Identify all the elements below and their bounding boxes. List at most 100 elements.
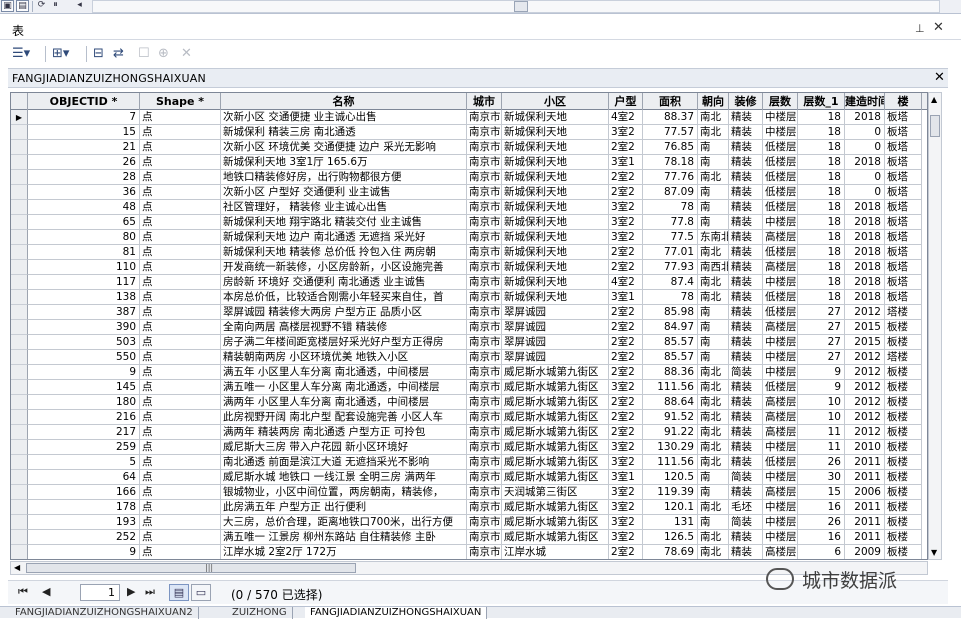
table-cell[interactable]: 新城保利天地 bbox=[502, 290, 609, 305]
row-selector[interactable] bbox=[11, 245, 28, 260]
table-cell[interactable]: 精装 bbox=[729, 545, 763, 559]
table-cell[interactable]: 次新小区 户型好 交通便利 业主诚售 bbox=[221, 185, 467, 200]
table-cell[interactable]: 精装 bbox=[729, 305, 763, 320]
table-cell[interactable]: 0 bbox=[845, 185, 885, 200]
table-cell[interactable]: 中楼层 bbox=[763, 275, 798, 290]
table-cell[interactable]: 77.5 bbox=[643, 230, 698, 245]
table-cell[interactable]: 252 bbox=[28, 530, 140, 545]
table-cell[interactable]: 6 bbox=[798, 545, 845, 559]
column-header-5[interactable]: 户型 bbox=[609, 93, 643, 110]
table-cell[interactable]: 新城保利 精装三房 南北通透 bbox=[221, 125, 467, 140]
scroll-down-icon[interactable]: ▼ bbox=[931, 548, 937, 557]
table-cell[interactable]: 550 bbox=[28, 350, 140, 365]
table-cell[interactable]: 88.37 bbox=[643, 110, 698, 125]
table-cell[interactable]: 新城保利天地 bbox=[502, 275, 609, 290]
table-cell[interactable]: 板楼 bbox=[885, 530, 922, 545]
table-cell[interactable]: 2011 bbox=[845, 530, 885, 545]
pause-icon[interactable]: ⏸ bbox=[49, 0, 62, 12]
table-cell[interactable]: 精装 bbox=[729, 410, 763, 425]
table-cell[interactable]: 精装 bbox=[729, 200, 763, 215]
table-cell[interactable]: 2012 bbox=[845, 380, 885, 395]
table-cell[interactable]: 南京市 bbox=[467, 350, 502, 365]
attribute-table-grid[interactable]: OBJECTID * Shape * 名称 城市 小区 户型 面积 朝向 装修 层数 层数_1 建造时… bbox=[10, 92, 928, 560]
table-cell[interactable]: 南西北 bbox=[698, 260, 729, 275]
table-cell[interactable]: 77.01 bbox=[643, 245, 698, 260]
table-cell[interactable]: 中楼层 bbox=[763, 365, 798, 380]
table-cell[interactable]: 低楼层 bbox=[763, 185, 798, 200]
table-cell[interactable]: 威尼斯水城第九街区 bbox=[502, 500, 609, 515]
table-cell[interactable]: 2018 bbox=[845, 155, 885, 170]
tab-table-3[interactable]: FANGJIADIANZUIZHONGSHAIXUAN bbox=[305, 607, 488, 619]
table-cell[interactable]: 点 bbox=[140, 110, 221, 125]
table-cell[interactable]: 新城保利天地 bbox=[502, 110, 609, 125]
table-cell[interactable]: 点 bbox=[140, 410, 221, 425]
table-cell[interactable]: 南 bbox=[698, 140, 729, 155]
table-cell[interactable]: 精装 bbox=[729, 425, 763, 440]
table-cell[interactable]: 3室2 bbox=[609, 215, 643, 230]
table-cell[interactable]: 48 bbox=[28, 200, 140, 215]
table-cell[interactable]: 新城保利天地 精装修 总价低 拎包入住 两房朝 bbox=[221, 245, 467, 260]
select-by-attributes-icon[interactable]: ⊟ bbox=[93, 45, 104, 63]
table-cell[interactable]: 威尼斯水城第九街区 bbox=[502, 470, 609, 485]
table-cell[interactable]: 精装 bbox=[729, 440, 763, 455]
column-header-4[interactable]: 小区 bbox=[502, 93, 609, 110]
table-cell[interactable]: 板塔 bbox=[885, 230, 922, 245]
table-cell[interactable]: 江岸水城 2室2厅 172万 bbox=[221, 545, 467, 559]
table-cell[interactable]: 2018 bbox=[845, 200, 885, 215]
table-cell[interactable]: 南京市 bbox=[467, 170, 502, 185]
table-cell[interactable]: 111.56 bbox=[643, 455, 698, 470]
table-cell[interactable]: 3室2 bbox=[609, 380, 643, 395]
table-cell[interactable]: 2006 bbox=[845, 485, 885, 500]
table-cell[interactable]: 0 bbox=[845, 125, 885, 140]
close-table-icon[interactable]: ✕ bbox=[934, 70, 945, 85]
table-cell[interactable]: 2018 bbox=[845, 230, 885, 245]
table-cell[interactable]: 点 bbox=[140, 485, 221, 500]
table-cell[interactable]: 7 bbox=[28, 110, 140, 125]
table-cell[interactable]: 2018 bbox=[845, 215, 885, 230]
column-header-1[interactable]: Shape * bbox=[140, 93, 221, 110]
table-cell[interactable]: 2室2 bbox=[609, 245, 643, 260]
row-selector[interactable] bbox=[11, 290, 28, 305]
vertical-scroll-thumb[interactable] bbox=[930, 115, 940, 137]
table-cell[interactable]: 5 bbox=[28, 455, 140, 470]
table-cell[interactable]: 126.5 bbox=[643, 530, 698, 545]
table-cell[interactable]: 精装朝南两房 小区环境优美 地铁入小区 bbox=[221, 350, 467, 365]
table-cell[interactable]: 78 bbox=[643, 290, 698, 305]
table-cell[interactable]: 本房总价低，比较适合刚需小年轻买来自住，首 bbox=[221, 290, 467, 305]
table-cell[interactable]: 503 bbox=[28, 335, 140, 350]
table-cell[interactable]: 3室2 bbox=[609, 485, 643, 500]
table-cell[interactable]: 点 bbox=[140, 290, 221, 305]
table-cell[interactable]: 新城保利天地 边户 南北通透 无遮挡 采光好 bbox=[221, 230, 467, 245]
table-cell[interactable]: 点 bbox=[140, 365, 221, 380]
table-cell[interactable]: 145 bbox=[28, 380, 140, 395]
table-cell[interactable]: 点 bbox=[140, 230, 221, 245]
table-cell[interactable]: 南 bbox=[698, 185, 729, 200]
table-cell[interactable]: 威尼斯水城第九街区 bbox=[502, 395, 609, 410]
table-cell[interactable]: 南 bbox=[698, 515, 729, 530]
table-cell[interactable]: 南京市 bbox=[467, 320, 502, 335]
table-options-icon[interactable]: ☰▾ bbox=[12, 45, 30, 63]
table-cell[interactable]: 4室2 bbox=[609, 110, 643, 125]
table-cell[interactable]: 南京市 bbox=[467, 125, 502, 140]
table-cell[interactable]: 中楼层 bbox=[763, 470, 798, 485]
table-cell[interactable]: 84.97 bbox=[643, 320, 698, 335]
table-cell[interactable]: 新城保利天地 bbox=[502, 200, 609, 215]
table-cell[interactable]: 2018 bbox=[845, 290, 885, 305]
table-cell[interactable]: 中楼层 bbox=[763, 515, 798, 530]
column-header-12[interactable]: 楼 bbox=[885, 93, 922, 110]
table-cell[interactable]: 点 bbox=[140, 380, 221, 395]
row-selector[interactable] bbox=[11, 425, 28, 440]
row-selector[interactable] bbox=[11, 485, 28, 500]
table-cell[interactable]: 板塔 bbox=[885, 290, 922, 305]
table-cell[interactable]: 3室2 bbox=[609, 500, 643, 515]
table-cell[interactable]: 76.85 bbox=[643, 140, 698, 155]
table-cell[interactable]: 南 bbox=[698, 320, 729, 335]
table-cell[interactable]: 2012 bbox=[845, 425, 885, 440]
table-cell[interactable]: 南京市 bbox=[467, 485, 502, 500]
table-cell[interactable]: 满五唯一 小区里人车分离 南北通透，中间楼层 bbox=[221, 380, 467, 395]
table-cell[interactable]: 板塔 bbox=[885, 245, 922, 260]
table-cell[interactable]: 18 bbox=[798, 140, 845, 155]
table-cell[interactable]: 南 bbox=[698, 485, 729, 500]
table-cell[interactable]: 南北 bbox=[698, 410, 729, 425]
table-cell[interactable]: 低楼层 bbox=[763, 140, 798, 155]
